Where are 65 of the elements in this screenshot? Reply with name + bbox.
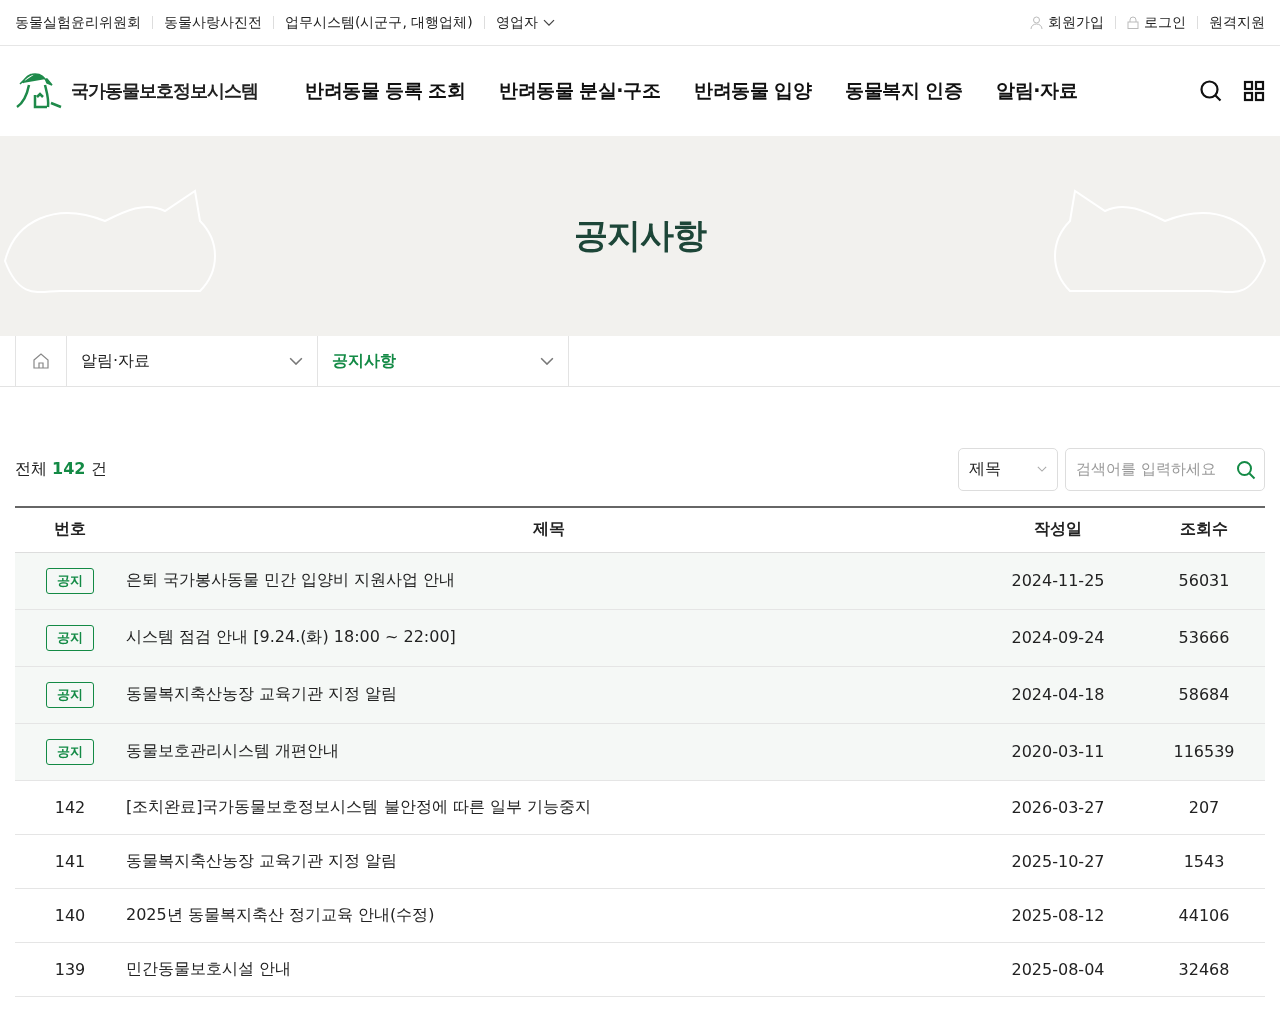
user-icon: [1030, 16, 1043, 29]
search-field[interactable]: 검색어를 입력하세요: [1065, 447, 1265, 491]
post-title-link[interactable]: 시스템 점검 안내 [9.24.(화) 18:00 ~ 22:00]: [126, 627, 456, 646]
post-number: 142: [54, 797, 86, 817]
column-header: 번호: [15, 507, 125, 552]
page-title: 공지사항: [573, 214, 708, 257]
post-date: 2025-08-12: [1011, 905, 1105, 925]
post-title-link[interactable]: 은퇴 국가봉사동물 민간 입양비 지원사업 안내: [126, 570, 456, 589]
utility-link[interactable]: 원격지원: [1209, 13, 1265, 32]
notice-badge: 공지: [46, 624, 94, 651]
nav-item[interactable]: 동물복지 인증: [845, 78, 963, 104]
post-date: 2024-11-25: [1011, 571, 1105, 590]
post-title-link[interactable]: 민간동물보호시설 안내: [126, 958, 292, 978]
column-header: 작성일: [973, 507, 1143, 552]
home-icon: [32, 352, 50, 370]
view-count: 56031: [1178, 571, 1230, 590]
column-header: 제목: [125, 507, 973, 552]
post-number: 140: [54, 905, 86, 925]
post-title-link[interactable]: 2025년 동물복지축산 정기교육 안내(수정): [126, 904, 435, 924]
chevron-down-icon: [289, 356, 303, 366]
grid-menu-icon[interactable]: [1243, 80, 1265, 102]
chevron-down-icon: [542, 18, 555, 27]
post-date: 2026-03-27: [1011, 797, 1105, 817]
post-title-link[interactable]: 동물보호관리시스템 개편안내: [126, 741, 340, 760]
view-count: 44106: [1178, 905, 1230, 925]
post-date: 2025-10-27: [1011, 851, 1105, 871]
notice-badge: 공지: [46, 567, 94, 594]
view-count: 207: [1188, 797, 1220, 817]
dropdown-link[interactable]: 영업자: [495, 13, 555, 32]
nav-item[interactable]: 반려동물 등록 조회: [305, 78, 466, 104]
post-number: 141: [54, 851, 86, 871]
total-count: 142: [52, 458, 86, 478]
view-count: 32468: [1178, 959, 1230, 979]
post-title-link[interactable]: 동물복지축산농장 교육기관 지정 알림: [126, 850, 398, 870]
post-title-link[interactable]: 동물복지축산농장 교육기관 지정 알림: [126, 684, 398, 703]
nav-item[interactable]: 반려동물 입양: [694, 78, 812, 104]
utility-link[interactable]: 로그인: [1127, 13, 1186, 32]
logo-text: 국가동물보호정보시스템: [71, 79, 258, 103]
notice-badge: 공지: [46, 738, 94, 765]
post-title-link[interactable]: [조치완료]국가동물보호정보시스템 불안정에 따른 일부 기능중지: [126, 796, 591, 816]
post-number: 139: [54, 959, 86, 979]
post-date: 2020-03-11: [1011, 742, 1105, 761]
notice-badge: 공지: [46, 681, 94, 708]
site-logo[interactable]: 국가동물보호정보시스템: [15, 73, 305, 109]
utility-link[interactable]: 업무시스템(시군구, 대행업체): [285, 13, 473, 32]
chevron-down-icon: [540, 356, 554, 366]
total-label: 건: [90, 458, 107, 478]
column-header: 조회수: [1143, 507, 1265, 552]
utility-link[interactable]: 동물사랑사진전: [164, 13, 262, 32]
view-count: 53666: [1178, 628, 1230, 647]
nav-item[interactable]: 반려동물 분실·구조: [499, 78, 661, 104]
utility-link[interactable]: 동물실험윤리위원회: [15, 13, 141, 32]
post-date: 2024-09-24: [1011, 628, 1105, 647]
post-date: 2024-04-18: [1011, 685, 1105, 704]
nav-item[interactable]: 알림·자료: [996, 78, 1078, 104]
utility-link[interactable]: 회원가입: [1030, 13, 1104, 32]
view-count: 116539: [1173, 742, 1235, 761]
lock-icon: [1127, 16, 1139, 29]
post-date: 2025-08-04: [1011, 959, 1105, 979]
search-type-select[interactable]: 제목: [958, 447, 1058, 491]
view-count: 1543: [1183, 851, 1225, 871]
view-count: 58684: [1178, 685, 1230, 704]
chevron-down-icon: [1037, 466, 1047, 472]
search-icon[interactable]: [1199, 79, 1223, 103]
total-label: 전체: [15, 458, 47, 478]
